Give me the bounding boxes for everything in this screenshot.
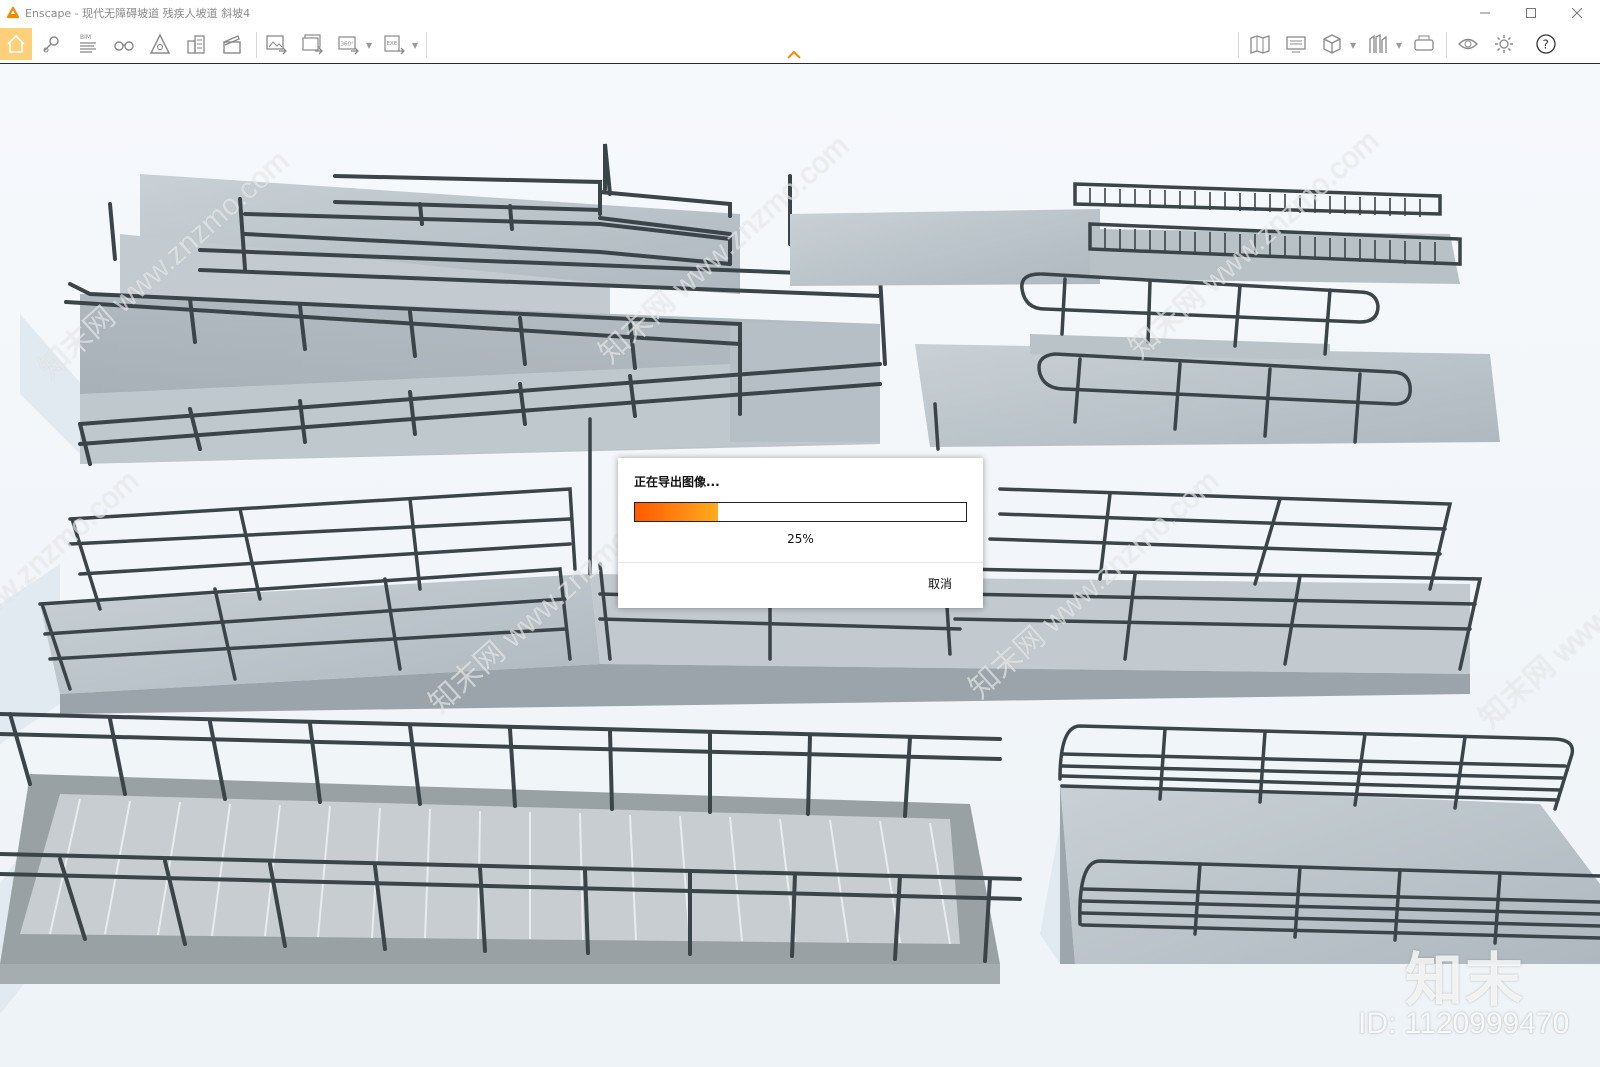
settings-gear-icon bbox=[1495, 35, 1513, 53]
help-icon: ? bbox=[1536, 34, 1556, 54]
video-editor-button[interactable] bbox=[216, 28, 248, 60]
close-button[interactable] bbox=[1554, 0, 1600, 26]
exe-export-button[interactable]: EXE bbox=[378, 28, 410, 60]
chevron-down-icon[interactable]: ▼ bbox=[366, 41, 372, 50]
collapse-toolbar-icon[interactable] bbox=[786, 49, 802, 61]
dialog-title: 正在导出图像... bbox=[634, 475, 720, 489]
binoculars-icon bbox=[114, 41, 134, 51]
toolbar-separator bbox=[1446, 32, 1447, 58]
buildings-button[interactable] bbox=[180, 28, 212, 60]
svg-text:360°: 360° bbox=[341, 42, 354, 48]
eye-icon bbox=[1458, 38, 1478, 50]
export-progress-dialog: 正在导出图像... 25% 取消 bbox=[618, 458, 983, 608]
map-icon bbox=[1250, 35, 1270, 54]
exe-export-icon: EXE bbox=[384, 35, 405, 55]
asset-library-icon bbox=[1369, 33, 1387, 53]
cube-icon bbox=[1323, 34, 1341, 54]
chevron-down-icon[interactable]: ▼ bbox=[412, 41, 418, 50]
panorama-export-button[interactable]: 360° bbox=[332, 28, 364, 60]
window-title: Enscape - 现代无障碍坡道 残疾人坡道 斜坡4 bbox=[25, 7, 251, 20]
perspective-icon bbox=[149, 33, 171, 54]
enscape-logo-icon bbox=[6, 6, 20, 19]
svg-text:?: ? bbox=[1543, 38, 1549, 52]
visual-settings-button[interactable] bbox=[1452, 28, 1484, 60]
settings-button[interactable] bbox=[1488, 28, 1520, 60]
cancel-button[interactable]: 取消 bbox=[911, 571, 969, 595]
monitor-icon bbox=[1286, 36, 1306, 53]
screenshot-export-icon bbox=[266, 35, 287, 55]
monitor-button[interactable] bbox=[1280, 28, 1312, 60]
progress-bar-fill bbox=[635, 503, 718, 521]
watermark-logo: 知末 bbox=[1405, 946, 1526, 1014]
batch-export-button[interactable] bbox=[296, 28, 328, 60]
cube-button[interactable] bbox=[1316, 28, 1348, 60]
dialog-divider bbox=[618, 562, 983, 563]
close-icon bbox=[1572, 8, 1582, 18]
map-pin-icon bbox=[43, 36, 59, 53]
batch-export-icon bbox=[302, 34, 323, 55]
minimize-button[interactable] bbox=[1462, 0, 1508, 26]
minimize-icon bbox=[1480, 12, 1490, 14]
toolbar-separator bbox=[1238, 32, 1239, 58]
maximize-icon bbox=[1526, 8, 1536, 18]
toolbar-separator bbox=[426, 32, 427, 58]
help-button[interactable]: ? bbox=[1530, 28, 1562, 60]
bim-button[interactable]: BIM bbox=[72, 28, 104, 60]
title-bar: Enscape - 现代无障碍坡道 残疾人坡道 斜坡4 bbox=[0, 0, 1600, 26]
panorama-360-icon: 360° bbox=[338, 36, 359, 55]
chevron-down-icon[interactable]: ▼ bbox=[1350, 41, 1356, 50]
walk-mode-button[interactable] bbox=[108, 28, 140, 60]
vr-headset-icon bbox=[1414, 35, 1434, 51]
perspective-button[interactable] bbox=[144, 28, 176, 60]
progress-bar bbox=[634, 502, 967, 522]
progress-percent: 25% bbox=[787, 532, 814, 546]
svg-text:EXE: EXE bbox=[387, 41, 398, 47]
chevron-down-icon[interactable]: ▼ bbox=[1396, 41, 1402, 50]
watermark-id: ID: 1120999470 bbox=[1358, 1007, 1570, 1040]
map-button[interactable] bbox=[1244, 28, 1276, 60]
home-icon bbox=[7, 34, 25, 53]
views-button[interactable] bbox=[36, 28, 68, 60]
svg-text:BIM: BIM bbox=[80, 34, 91, 41]
clapper-icon bbox=[223, 35, 241, 54]
bim-icon: BIM bbox=[80, 34, 96, 53]
buildings-icon bbox=[187, 35, 205, 54]
toolbar-separator bbox=[256, 32, 257, 58]
vr-button[interactable] bbox=[1408, 28, 1440, 60]
maximize-button[interactable] bbox=[1508, 0, 1554, 26]
asset-library-button[interactable] bbox=[1362, 28, 1394, 60]
screenshot-export-button[interactable] bbox=[260, 28, 292, 60]
home-button[interactable] bbox=[0, 28, 32, 60]
